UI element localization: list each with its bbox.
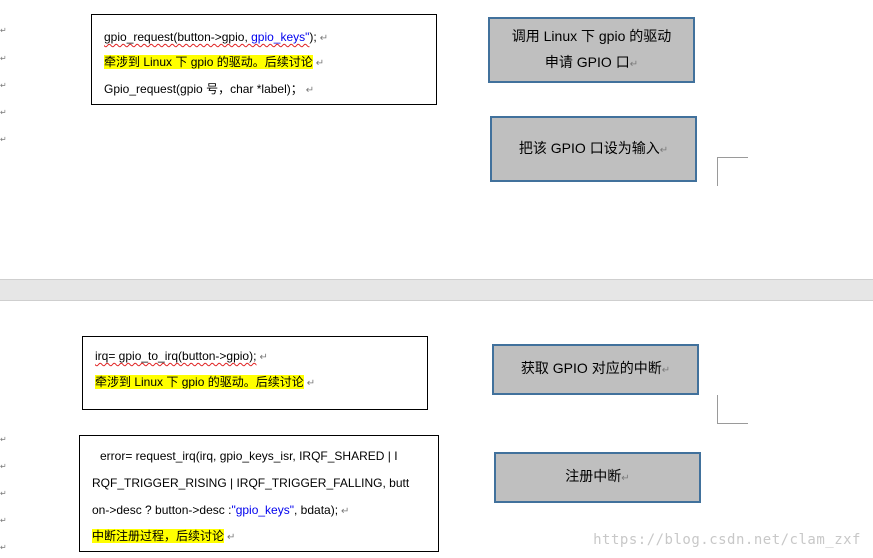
flowchart-box-register-irq[interactable]: 注册中断↵ — [494, 452, 701, 503]
code-text: irq= gpio_to_irq(button->gpio); — [95, 349, 257, 363]
string-literal: gpio_keys" — [251, 30, 310, 44]
flowbox-line: 调用 Linux 下 gpio 的驱动 — [511, 27, 672, 44]
code-textbox-request-irq[interactable]: error= request_irq(irq, gpio_keys_isr, I… — [79, 435, 439, 552]
code-prefix: gpio_request(button->gpio, — [104, 30, 252, 44]
string-literal: "gpio_keys" — [231, 503, 294, 517]
flowchart-box-set-input[interactable]: 把该 GPIO 口设为输入↵ — [490, 116, 697, 182]
flowbox-line: 申请 GPIO 口↵ — [544, 53, 639, 70]
code-line: error= request_irq(irq, gpio_keys_isr, I… — [100, 447, 398, 465]
code-textbox-gpio-request[interactable]: gpio_request(button->gpio, gpio_keys"); ↵… — [91, 14, 437, 105]
paragraph-mark: ↵ — [0, 516, 7, 525]
code-text: error= request_irq(irq, gpio_keys_isr, I… — [100, 449, 398, 463]
comment-line: 牵涉到 Linux 下 gpio 的驱动。后续讨论 ↵ — [95, 373, 315, 393]
comment-line: 中断注册过程，后续讨论 ↵ — [92, 527, 235, 547]
comment-line: 牵涉到 Linux 下 gpio 的驱动。后续讨论 ↵ — [104, 53, 324, 73]
code-line: on->desc ? button->desc :"gpio_keys", bd… — [92, 501, 349, 521]
code-textbox-gpio-to-irq[interactable]: irq= gpio_to_irq(button->gpio); ↵ 牵涉到 Lin… — [82, 336, 428, 410]
code-line: irq= gpio_to_irq(button->gpio); ↵ — [95, 347, 268, 367]
code-line: RQF_TRIGGER_RISING | IRQF_TRIGGER_FALLIN… — [92, 474, 409, 492]
paragraph-mark: ↵ — [0, 135, 7, 144]
paragraph-mark: ↵ — [0, 108, 7, 117]
code-suffix: , bdata); — [294, 503, 339, 517]
paragraph-mark: ↵ — [315, 58, 325, 69]
code-suffix: ); — [309, 30, 317, 44]
flowbox-line: 注册中断↵ — [565, 468, 630, 484]
code-text: Gpio_request(gpio 号，char *label)； — [104, 82, 303, 96]
flowchart-box-request-gpio[interactable]: 调用 Linux 下 gpio 的驱动 申请 GPIO 口↵ — [488, 17, 695, 83]
paragraph-mark: ↵ — [0, 54, 7, 63]
paragraph-mark: ↵ — [319, 33, 329, 44]
flowchart-box-get-irq[interactable]: 获取 GPIO 对应的中断↵ — [492, 344, 699, 395]
paragraph-mark: ↵ — [0, 26, 7, 35]
code-prefix: on->desc ? button->desc : — [92, 503, 232, 517]
paragraph-mark: ↵ — [0, 543, 7, 552]
paragraph-mark: ↵ — [0, 435, 7, 444]
highlighted-comment: 牵涉到 Linux 下 gpio 的驱动。后续讨论 — [95, 375, 304, 389]
paragraph-mark: ↵ — [306, 378, 316, 389]
paragraph-mark: ↵ — [0, 489, 7, 498]
highlighted-comment: 牵涉到 Linux 下 gpio 的驱动。后续讨论 — [104, 55, 313, 69]
code-text: RQF_TRIGGER_RISING | IRQF_TRIGGER_FALLIN… — [92, 476, 410, 490]
flowbox-line: 把该 GPIO 口设为输入↵ — [518, 139, 669, 156]
watermark-text: https://blog.csdn.net/clam_zxf — [593, 532, 861, 548]
paragraph-mark: ↵ — [341, 506, 350, 517]
paragraph-mark: ↵ — [0, 81, 7, 90]
paragraph-mark: ↵ — [0, 462, 7, 471]
paragraph-mark: ↵ — [227, 532, 236, 543]
page-margin-crop-mark — [717, 395, 748, 424]
document-page-2: ↵ ↵ ↵ ↵ ↵ irq= gpio_to_irq(button->gpio)… — [0, 300, 873, 558]
code-line: gpio_request(button->gpio, gpio_keys"); ↵ — [104, 28, 328, 48]
code-line: Gpio_request(gpio 号，char *label)； ↵ — [104, 80, 314, 100]
page-margin-crop-mark — [717, 157, 748, 186]
document-page-1: ↵ ↵ ↵ ↵ ↵ gpio_request(button->gpio, gpi… — [0, 0, 873, 280]
flowbox-line: 获取 GPIO 对应的中断↵ — [520, 360, 671, 376]
paragraph-mark: ↵ — [305, 85, 315, 96]
highlighted-comment: 中断注册过程，后续讨论 — [92, 529, 225, 543]
paragraph-mark: ↵ — [259, 352, 268, 363]
